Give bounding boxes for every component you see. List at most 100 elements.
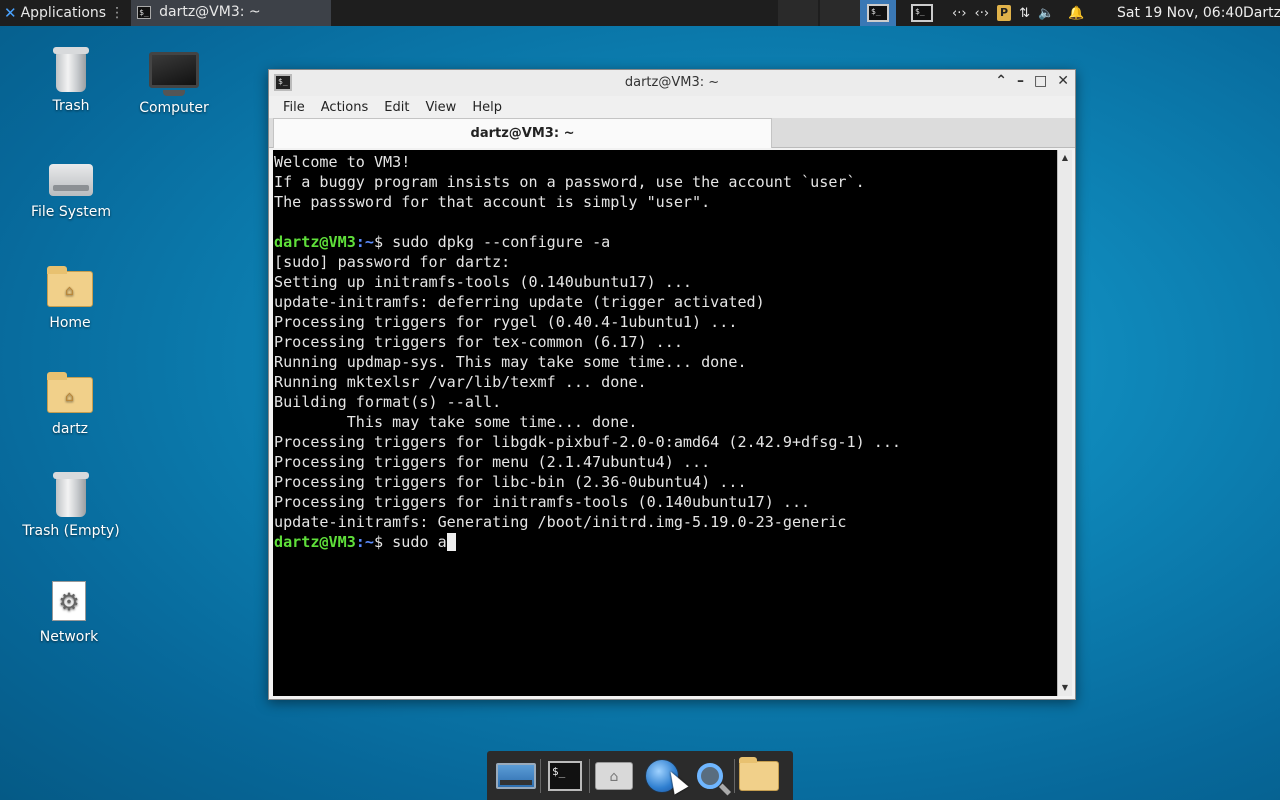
- home-folder-icon: ⌂: [47, 266, 93, 307]
- prompt-symbol: $: [373, 533, 393, 551]
- prompt-path: :~: [355, 233, 374, 251]
- dock-terminal[interactable]: $_: [541, 754, 589, 798]
- network-updown-icon[interactable]: ⇅: [1019, 6, 1030, 21]
- desktop-icon-label: Computer: [139, 100, 209, 116]
- parcellite-icon[interactable]: P: [997, 5, 1012, 21]
- window-controls: ⌃ – □ ✕: [995, 73, 1069, 89]
- monitor-stand: [163, 90, 185, 96]
- home-folder-icon: ⌂: [595, 761, 633, 790]
- terminal-line: Processing triggers for menu (2.1.47ubun…: [274, 453, 711, 471]
- terminal-scrollbar[interactable]: ▲ ▼: [1057, 150, 1072, 696]
- menu-handle-icon: ⋮: [110, 5, 125, 21]
- taskbar-terminal-label: dartz@VM3: ~: [159, 4, 261, 20]
- desktop-icon-dartz[interactable]: ⌂ dartz: [20, 372, 120, 437]
- dock-app-finder[interactable]: [686, 754, 734, 798]
- command-input[interactable]: sudo a: [392, 533, 447, 551]
- bottom-dock: $_ ⌂: [487, 751, 793, 800]
- maximize-button[interactable]: □: [1034, 73, 1047, 89]
- xfce-logo-icon: ✕: [4, 4, 17, 22]
- terminal-line: [sudo] password for dartz:: [274, 253, 511, 271]
- terminal-line: Running updmap-sys. This may take some t…: [274, 353, 747, 371]
- search-icon: [697, 762, 723, 789]
- tab-terminal[interactable]: dartz@VM3: ~: [273, 118, 772, 148]
- applications-label: Applications: [20, 5, 107, 21]
- prompt-line: dartz@VM3:~$ sudo dpkg --configure -a: [274, 232, 1057, 252]
- terminal-line: Welcome to VM3!: [274, 153, 411, 171]
- menu-help[interactable]: Help: [464, 100, 510, 115]
- close-button[interactable]: ✕: [1057, 73, 1069, 89]
- clock[interactable]: Sat 19 Nov, 06:40: [1117, 0, 1243, 26]
- terminal-icon: $_: [911, 4, 933, 22]
- terminal-line: Building format(s) --all.: [274, 393, 502, 411]
- terminal-line: Running mktexlsr /var/lib/texmf ... done…: [274, 373, 647, 391]
- network-right-icon[interactable]: ‹·›: [975, 6, 990, 21]
- desktop-icon-network[interactable]: ⚙ Network: [19, 581, 119, 645]
- terminal-line: update-initramfs: deferring update (trig…: [274, 293, 765, 311]
- shade-button[interactable]: ⌃: [995, 73, 1007, 89]
- network-gear-icon: ⚙: [52, 581, 86, 621]
- scroll-up-icon[interactable]: ▲: [1058, 152, 1072, 164]
- home-folder-icon: ⌂: [47, 372, 93, 413]
- desktop-icon-home[interactable]: ⌂ Home: [20, 266, 120, 331]
- hard-drive-icon: [49, 164, 93, 196]
- window-titlebar[interactable]: $_ dartz@VM3: ~ ⌃ – □ ✕: [269, 70, 1075, 96]
- notification-bell-icon[interactable]: 🔔: [1068, 6, 1084, 21]
- menu-bar: File Actions Edit View Help: [269, 96, 1075, 118]
- taskbar-terminal-button[interactable]: $_ dartz@VM3: ~: [131, 0, 332, 26]
- desktop-icon-label: File System: [30, 204, 112, 220]
- terminal-line: Processing triggers for rygel (0.40.4-1u…: [274, 313, 738, 331]
- top-panel: ✕ Applications ⋮ $_ dartz@VM3: ~ $_ $_ ‹…: [0, 0, 1280, 26]
- command-text: sudo dpkg --configure -a: [392, 233, 611, 251]
- desktop-icon-trash-empty[interactable]: Trash (Empty): [21, 472, 121, 539]
- desktop-icon-file-system[interactable]: File System: [21, 160, 121, 220]
- trash-icon: [53, 47, 89, 92]
- tab-bar: dartz@VM3: ~: [269, 118, 1075, 148]
- terminal-line: Setting up initramfs-tools (0.140ubuntu1…: [274, 273, 693, 291]
- terminal-icon: $_: [137, 5, 152, 19]
- desktop-icon-label: Trash: [52, 98, 90, 114]
- workspace-4[interactable]: $_: [903, 0, 941, 26]
- terminal-line: Processing triggers for libgdk-pixbuf-2.…: [274, 433, 902, 451]
- menu-edit[interactable]: Edit: [376, 100, 417, 115]
- terminal-line: If a buggy program insists on a password…: [274, 173, 865, 191]
- menu-view[interactable]: View: [417, 100, 464, 115]
- terminal-line: Processing triggers for initramfs-tools …: [274, 493, 811, 511]
- desktop-icon-trash[interactable]: Trash: [21, 47, 121, 114]
- computer-icon: [149, 52, 199, 88]
- dock-file-manager[interactable]: ⌂: [590, 754, 638, 798]
- dock-show-desktop[interactable]: [492, 754, 540, 798]
- house-icon: ⌂: [65, 389, 74, 405]
- dock-folder[interactable]: [735, 754, 783, 798]
- terminal-icon: $_: [867, 4, 889, 22]
- folder-icon: [739, 756, 779, 791]
- prompt-user: dartz@VM3: [274, 233, 356, 251]
- user-menu[interactable]: Dartz: [1243, 0, 1280, 26]
- applications-menu-button[interactable]: ✕ Applications ⋮: [0, 0, 128, 26]
- menu-actions[interactable]: Actions: [313, 100, 377, 115]
- system-tray: ‹·› ‹·› P ⇅ 🔈 🔔: [952, 0, 1084, 26]
- scroll-down-icon[interactable]: ▼: [1058, 682, 1072, 694]
- workspace-2[interactable]: [820, 0, 860, 26]
- house-icon: ⌂: [65, 283, 74, 299]
- network-left-icon[interactable]: ‹·›: [952, 6, 967, 21]
- prompt-line: dartz@VM3:~$ sudo a: [274, 532, 1057, 552]
- desktop-icon-computer[interactable]: Computer: [124, 52, 224, 116]
- workspace-1[interactable]: [778, 0, 818, 26]
- terminal-output[interactable]: Welcome to VM3! If a buggy program insis…: [273, 150, 1057, 696]
- desktop-icon-label: Network: [39, 629, 99, 645]
- terminal-icon: $_: [548, 760, 582, 791]
- minimize-button[interactable]: –: [1017, 73, 1024, 89]
- terminal-line: This may take some time... done.: [274, 413, 638, 431]
- prompt-path: :~: [355, 533, 374, 551]
- text-cursor: [446, 533, 456, 551]
- terminal-line: Processing triggers for tex-common (6.17…: [274, 333, 683, 351]
- trash-icon: [53, 472, 89, 517]
- menu-file[interactable]: File: [275, 100, 313, 115]
- prompt-symbol: $: [373, 233, 393, 251]
- volume-icon[interactable]: 🔈: [1038, 6, 1054, 21]
- show-desktop-icon: [496, 762, 536, 789]
- terminal-line: update-initramfs: Generating /boot/initr…: [274, 513, 847, 531]
- terminal-line: Processing triggers for libc-bin (2.36-0…: [274, 473, 747, 491]
- workspace-3-active[interactable]: $_: [860, 0, 896, 26]
